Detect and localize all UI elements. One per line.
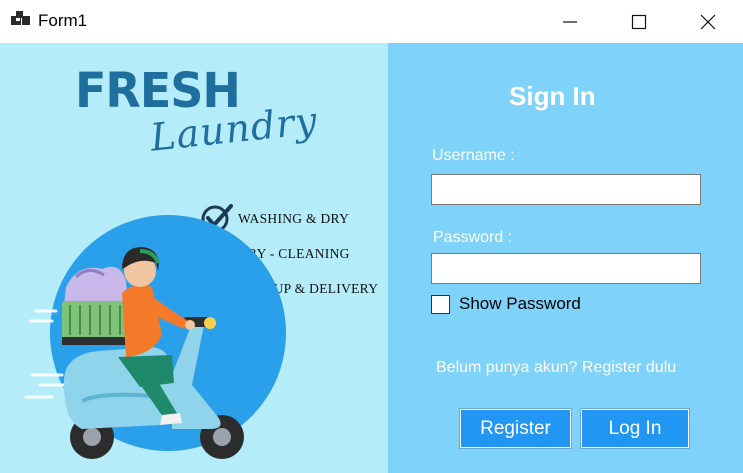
close-button[interactable] <box>673 0 743 43</box>
app-window-icon <box>11 11 30 25</box>
sign-in-heading: Sign In <box>509 81 596 111</box>
show-password-label[interactable]: Show Password <box>459 294 581 314</box>
show-password-toggle[interactable]: Show Password <box>431 294 581 314</box>
maximize-icon <box>631 14 647 29</box>
password-label: Password : <box>433 229 513 246</box>
maximize-button[interactable] <box>604 0 674 43</box>
delivery-scooter-illustration <box>24 215 286 459</box>
username-label: Username : <box>432 147 515 164</box>
minimize-button[interactable] <box>535 0 605 43</box>
close-icon <box>700 14 716 29</box>
title-bar: Form1 <box>0 0 743 43</box>
show-password-checkbox[interactable] <box>431 294 450 314</box>
minimize-icon <box>563 20 577 23</box>
username-input[interactable] <box>431 174 701 205</box>
sign-in-panel: Sign In Username : Password : Show Passw… <box>388 43 743 473</box>
login-button[interactable]: Log In <box>580 408 690 449</box>
promo-panel: FRESH Laundry WASHING & DRY DRY - CLEANI… <box>0 43 388 473</box>
register-button[interactable]: Register <box>459 408 572 449</box>
window-title: Form1 <box>38 11 88 30</box>
password-input[interactable] <box>431 253 701 284</box>
register-link[interactable]: Belum punya akun? Register dulu <box>436 359 676 377</box>
